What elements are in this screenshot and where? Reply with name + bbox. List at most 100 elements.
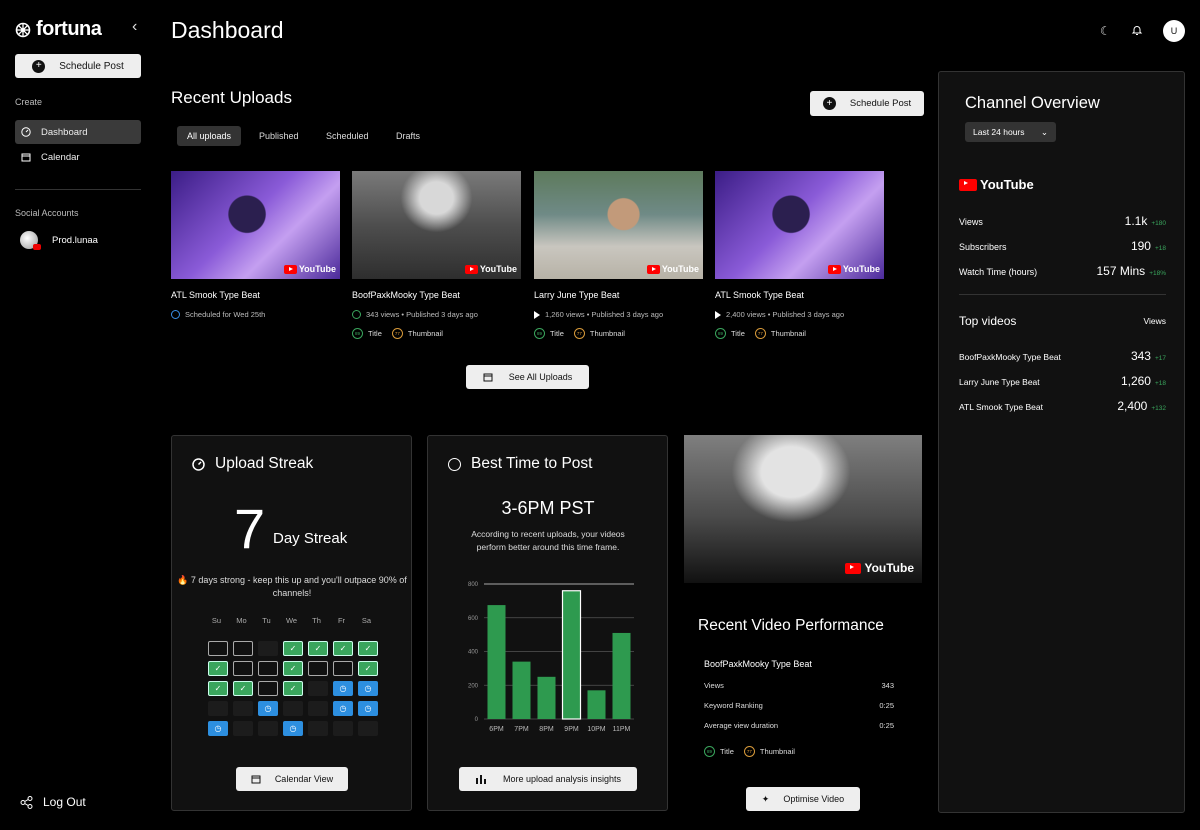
video-thumbnail[interactable]: YouTube: [684, 435, 922, 583]
upload-card[interactable]: YouTube BoofPaxkMooky Type Beat 343 view…: [352, 171, 521, 339]
time-range-select[interactable]: Last 24 hours ⌄: [965, 122, 1056, 142]
chart-bar[interactable]: [537, 676, 556, 719]
streak-day-cell[interactable]: ✓: [283, 661, 303, 676]
streak-day-cell[interactable]: [358, 721, 378, 736]
streak-day-cell[interactable]: [208, 641, 228, 656]
streak-day-cell[interactable]: [233, 641, 253, 656]
video-thumbnail[interactable]: YouTube: [534, 171, 703, 279]
tab-drafts[interactable]: Drafts: [386, 126, 430, 146]
streak-day-cell[interactable]: ✓: [283, 681, 303, 696]
streak-day-cell[interactable]: [258, 681, 278, 696]
schedule-post-label: Schedule Post: [59, 60, 124, 72]
calendar-icon: [21, 153, 31, 162]
optimise-video-button[interactable]: ✦ Optimise Video: [746, 787, 860, 811]
stat-value: 0:25: [879, 701, 894, 710]
title-score-tag[interactable]: 89 Title: [352, 328, 382, 339]
streak-day-cell[interactable]: [258, 641, 278, 656]
streak-day-cell[interactable]: [308, 681, 328, 696]
bar-chart-icon: [475, 775, 486, 784]
title-score-tag[interactable]: 89 Title: [704, 746, 734, 757]
streak-day-cell[interactable]: ✓: [208, 681, 228, 696]
logout-button[interactable]: Log Out: [20, 795, 86, 809]
thumbnail-score-tag[interactable]: 77 Thumbnail: [754, 328, 806, 339]
video-thumbnail[interactable]: YouTube: [352, 171, 521, 279]
streak-day-cell[interactable]: ◷: [333, 701, 353, 716]
user-avatar[interactable]: U: [1163, 20, 1185, 42]
see-all-uploads-button[interactable]: See All Uploads: [466, 365, 589, 389]
thumbnail-score-tag[interactable]: 77 Thumbnail: [573, 328, 625, 339]
streak-day-cell[interactable]: ◷: [333, 681, 353, 696]
streak-day-cell[interactable]: [283, 701, 303, 716]
streak-day-cell[interactable]: ✓: [283, 641, 303, 656]
thumbnail-score-tag[interactable]: 77 Thumbnail: [391, 328, 443, 339]
streak-day-cell[interactable]: ✓: [358, 661, 378, 676]
streak-day-cell[interactable]: [258, 721, 278, 736]
upload-card[interactable]: YouTube ATL Smook Type Beat 2,400 views …: [715, 171, 884, 339]
streak-day-cell[interactable]: [308, 721, 328, 736]
chart-bar[interactable]: [561, 590, 582, 720]
video-thumbnail[interactable]: YouTube: [715, 171, 884, 279]
tab-published[interactable]: Published: [249, 126, 309, 146]
score-icon: 89: [352, 328, 363, 339]
chart-bar[interactable]: [512, 661, 531, 719]
schedule-post-button[interactable]: + Schedule Post: [810, 91, 924, 116]
score-icon: 89: [715, 328, 726, 339]
streak-day-cell[interactable]: [308, 661, 328, 676]
top-video-row[interactable]: ATL Smook Type Beat 2,400 +132: [959, 399, 1166, 413]
sidebar-item-calendar[interactable]: Calendar: [15, 145, 141, 169]
video-title: BoofPaxkMooky Type Beat: [352, 290, 460, 300]
schedule-post-button[interactable]: + Schedule Post: [15, 54, 141, 78]
sparkle-icon: ✦: [761, 793, 770, 804]
account-item[interactable]: Prod.lunaa: [20, 231, 98, 250]
upload-card[interactable]: YouTube Larry June Type Beat 1,260 views…: [534, 171, 703, 339]
streak-day-cell[interactable]: ✓: [233, 681, 253, 696]
streak-day-cell[interactable]: [233, 721, 253, 736]
tab-scheduled[interactable]: Scheduled: [316, 126, 379, 146]
stat-value: 343: [881, 681, 894, 690]
streak-day-cell[interactable]: ✓: [208, 661, 228, 676]
chart-bar[interactable]: [587, 690, 606, 719]
streak-day-cell[interactable]: ◷: [208, 721, 228, 736]
streak-day-cell[interactable]: [233, 661, 253, 676]
streak-day-cell[interactable]: ✓: [358, 641, 378, 656]
video-thumbnail[interactable]: YouTube: [171, 171, 340, 279]
collapse-sidebar-icon[interactable]: ‹: [132, 18, 137, 36]
streak-day-cell[interactable]: [333, 661, 353, 676]
stat-label: Watch Time (hours): [959, 267, 1038, 277]
streak-day-cell[interactable]: ✓: [333, 641, 353, 656]
x-tick-label: 11PM: [613, 726, 631, 733]
app-logo[interactable]: fortuna: [15, 18, 102, 41]
streak-day-cell[interactable]: ◷: [358, 681, 378, 696]
calendar-view-button[interactable]: Calendar View: [236, 767, 348, 791]
tab-all-uploads[interactable]: All uploads: [177, 126, 242, 146]
video-title: Larry June Type Beat: [534, 290, 620, 300]
streak-day-cell[interactable]: [333, 721, 353, 736]
upload-card[interactable]: YouTube ATL Smook Type Beat Scheduled fo…: [171, 171, 340, 319]
streak-day-cell[interactable]: ✓: [308, 641, 328, 656]
title-score-tag[interactable]: 89 Title: [534, 328, 564, 339]
streak-label: Day Streak: [273, 530, 348, 547]
streak-day-cell[interactable]: ◷: [283, 721, 303, 736]
streak-day-cell[interactable]: [308, 701, 328, 716]
sidebar-item-dashboard[interactable]: Dashboard: [15, 120, 141, 144]
moon-icon[interactable]: ☾: [1100, 24, 1111, 38]
top-video-row[interactable]: Larry June Type Beat 1,260 +18: [959, 374, 1166, 388]
streak-day-cell[interactable]: [233, 701, 253, 716]
streak-day-cell[interactable]: ◷: [258, 701, 278, 716]
recent-video-performance: YouTube Recent Video Performance BoofPax…: [684, 435, 924, 815]
chart-bar[interactable]: [487, 605, 506, 719]
video-meta: Scheduled for Wed 25th: [171, 310, 340, 319]
meta-text: 343 views • Published 3 days ago: [366, 310, 478, 319]
bell-icon[interactable]: [1131, 24, 1143, 39]
thumbnail-score-tag[interactable]: 77 Thumbnail: [743, 746, 795, 757]
x-tick-label: 9PM: [564, 726, 579, 733]
streak-day-cell[interactable]: [258, 661, 278, 676]
chart-bar[interactable]: [612, 632, 631, 719]
streak-day-cell[interactable]: [208, 701, 228, 716]
app-name: fortuna: [36, 18, 102, 40]
calendar-icon: [251, 775, 261, 784]
title-score-tag[interactable]: 89 Title: [715, 328, 745, 339]
top-video-row[interactable]: BoofPaxkMooky Type Beat 343 +17: [959, 349, 1166, 363]
more-insights-button[interactable]: More upload analysis insights: [459, 767, 637, 791]
streak-day-cell[interactable]: ◷: [358, 701, 378, 716]
